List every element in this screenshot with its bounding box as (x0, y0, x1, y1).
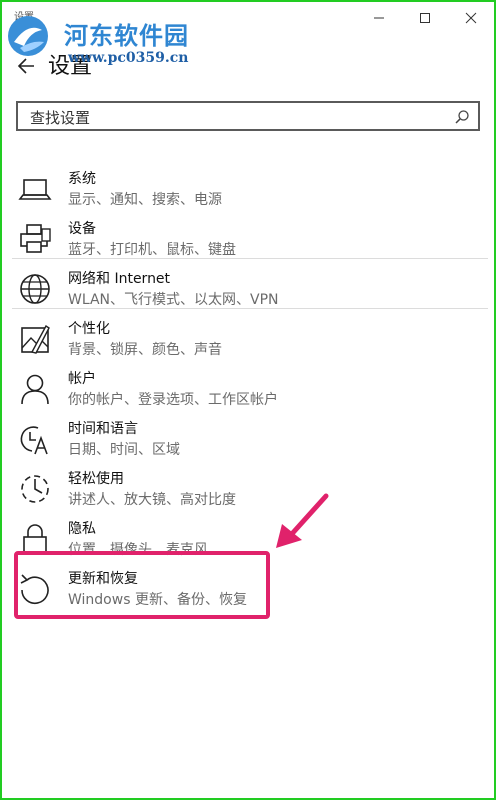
back-arrow-icon (17, 58, 34, 74)
minimize-icon (374, 17, 384, 19)
ease-of-access-icon (21, 475, 49, 503)
nav-item-title: 系统 (68, 171, 96, 187)
nav-item-title: 帐户 (68, 371, 96, 387)
close-icon (465, 12, 477, 24)
nav-item-subtitle: 显示、通知、搜索、电源 (68, 192, 222, 208)
laptop-icon (18, 179, 52, 200)
nav-item-subtitle: 日期、时间、区域 (68, 442, 180, 458)
personalize-icon (21, 324, 50, 354)
window-title: 设置 (14, 12, 34, 23)
time-language-icon (20, 426, 48, 455)
nav-item-personalization[interactable]: 个性化 背景、锁屏、颜色、声音 (2, 310, 494, 360)
globe-icon (20, 274, 50, 304)
search-icon[interactable] (454, 109, 470, 125)
title-bar: 设置 (2, 2, 494, 34)
search-box[interactable] (16, 101, 480, 131)
nav-item-devices[interactable]: 设备 蓝牙、打印机、鼠标、键盘 (2, 210, 494, 260)
nav-item-time-language[interactable]: 时间和语言 日期、时间、区域 (2, 410, 494, 460)
nav-item-subtitle: 蓝牙、打印机、鼠标、键盘 (68, 242, 236, 258)
minimize-button[interactable] (356, 2, 402, 34)
search-input[interactable] (28, 107, 452, 129)
nav-item-title: 轻松使用 (68, 471, 124, 487)
nav-item-subtitle: 背景、锁屏、颜色、声音 (68, 342, 222, 358)
settings-window: 设置 设置 河东软件园 www.pc0359.cn 查找设置 系统 显示、通知、… (2, 2, 494, 798)
nav-item-accounts[interactable]: 帐户 你的帐户、登录选项、工作区帐户 (2, 360, 494, 410)
back-button[interactable] (10, 50, 42, 82)
nav-item-subtitle: 讲述人、放大镜、高对比度 (68, 492, 236, 508)
close-button[interactable] (448, 2, 494, 34)
maximize-button[interactable] (402, 2, 448, 34)
nav-item-subtitle: 你的帐户、登录选项、工作区帐户 (68, 392, 278, 408)
highlight-box (14, 551, 270, 619)
nav-item-title: 隐私 (68, 521, 96, 537)
page-title: 设置 (48, 54, 93, 79)
divider (12, 258, 488, 259)
nav-item-title: 个性化 (68, 321, 110, 337)
maximize-icon (420, 13, 430, 23)
nav-item-title: 网络和 Internet (68, 271, 171, 287)
nav-item-subtitle: WLAN、飞行模式、以太网、VPN (68, 292, 279, 308)
nav-item-network[interactable]: 网络和 Internet WLAN、飞行模式、以太网、VPN (2, 260, 494, 310)
pointer-arrow-icon (276, 493, 329, 548)
nav-item-title: 设备 (68, 221, 96, 237)
printer-icon (20, 224, 51, 253)
nav-item-system[interactable]: 系统 显示、通知、搜索、电源 (2, 160, 494, 210)
divider (12, 308, 488, 309)
user-icon (21, 374, 49, 405)
nav-item-title: 时间和语言 (68, 421, 138, 437)
page-header: 设置 (2, 42, 494, 88)
nav-item-ease-of-access[interactable]: 轻松使用 讲述人、放大镜、高对比度 (2, 460, 494, 510)
